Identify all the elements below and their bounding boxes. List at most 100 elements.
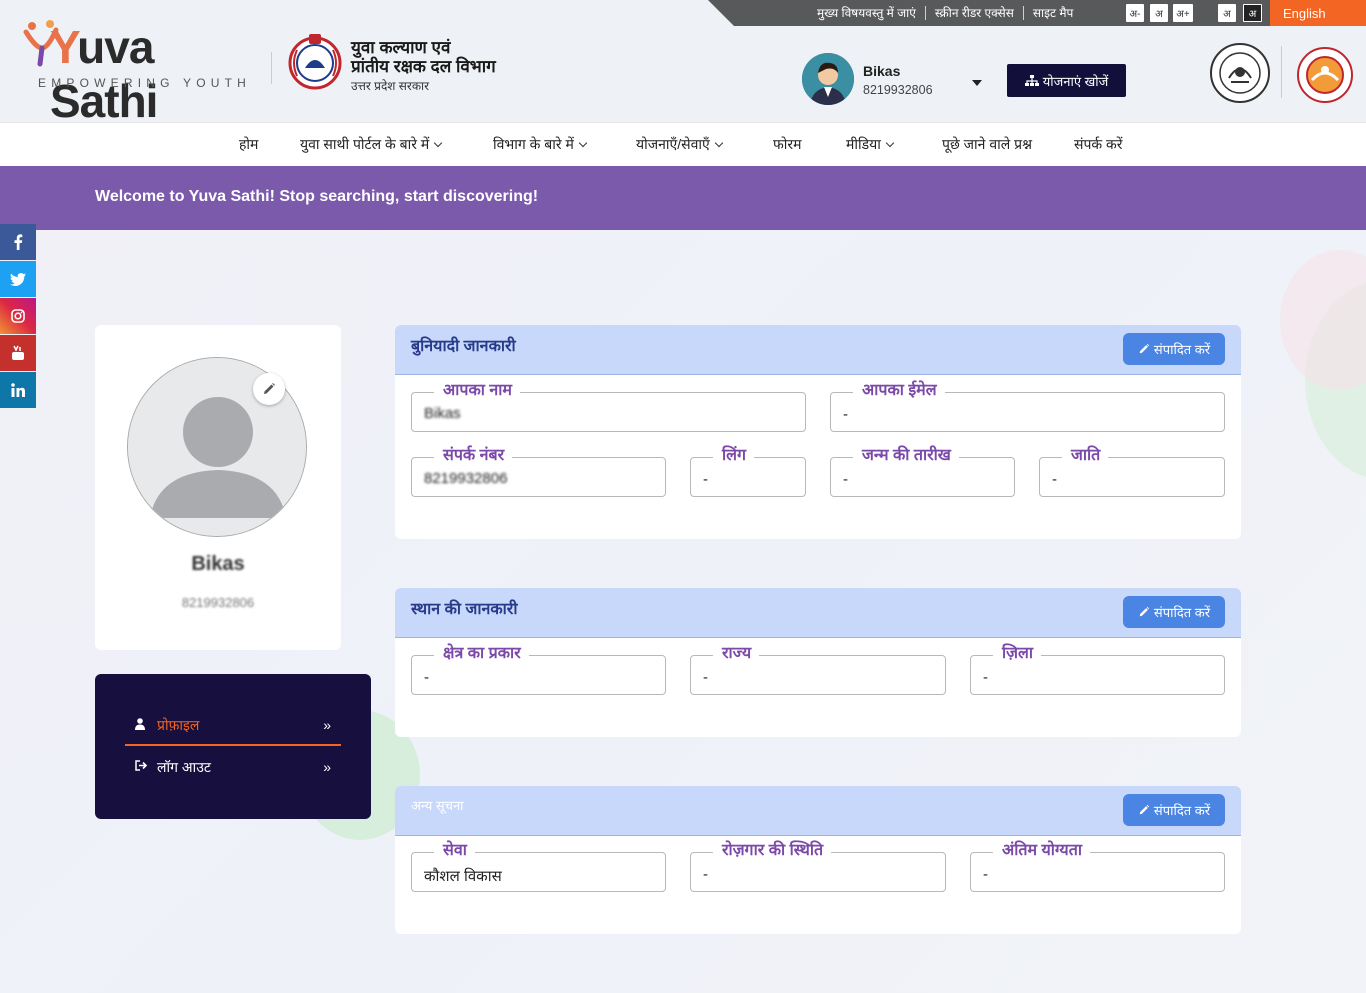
profile-phone: 8219932806 <box>181 595 255 610</box>
instagram-icon[interactable] <box>0 298 36 334</box>
user-avatar-icon <box>802 53 854 105</box>
area-type-label: क्षेत्र का प्रकार <box>434 644 529 664</box>
logo-text: Yuva Sathi <box>50 21 158 127</box>
contrast-dark-button[interactable]: अ <box>1243 4 1262 22</box>
twitter-icon[interactable] <box>0 261 36 297</box>
double-chevron-right-icon: » <box>323 717 331 733</box>
email-field[interactable]: आपका ईमेल - <box>830 381 1225 432</box>
nav-media[interactable]: मीडिया <box>846 135 895 154</box>
utility-links: मुख्य विषयवस्तु में जाएं स्क्रीन रीडर एक… <box>808 0 1082 26</box>
pencil-icon <box>1139 343 1150 354</box>
email-value: - <box>843 406 848 423</box>
menu-logout-label: लॉग आउट <box>157 758 211 775</box>
nav-faq[interactable]: पूछे जाने वाले प्रश्न <box>942 135 1032 154</box>
caste-field[interactable]: जाति - <box>1039 446 1225 497</box>
caste-value: - <box>1052 471 1057 488</box>
profile-name: Bikas <box>191 553 245 575</box>
employment-status-value: - <box>703 866 708 883</box>
basic-info-panel: बुनियादी जानकारी संपादित करें आपका नाम B… <box>395 325 1241 539</box>
seal-divider <box>1281 46 1282 98</box>
font-normal-button[interactable]: अ <box>1150 4 1168 22</box>
screen-reader-link[interactable]: स्क्रीन रीडर एक्सेस <box>926 6 1024 20</box>
menu-item-profile[interactable]: प्रोफ़ाइल » <box>125 706 341 746</box>
pencil-icon <box>1139 606 1150 617</box>
dob-value: - <box>843 471 848 488</box>
edit-label: संपादित करें <box>1153 342 1211 357</box>
employment-status-field[interactable]: रोज़गार की स्थिति - <box>690 841 946 892</box>
language-toggle[interactable]: English <box>1270 0 1366 26</box>
edit-location-button[interactable]: संपादित करें <box>1123 596 1225 628</box>
font-decrease-button[interactable]: अ- <box>1126 4 1144 22</box>
skip-to-content-link[interactable]: मुख्य विषयवस्तु में जाएं <box>808 6 926 20</box>
nav-contact[interactable]: संपर्क करें <box>1074 135 1123 154</box>
state-field[interactable]: राज्य - <box>690 644 946 695</box>
state-value: - <box>703 669 708 686</box>
service-value: कौशल विकास <box>424 868 502 885</box>
header-divider <box>271 52 272 84</box>
menu-item-logout[interactable]: लॉग आउट » <box>125 750 341 784</box>
edit-label: संपादित करें <box>1153 803 1211 818</box>
edit-basic-info-button[interactable]: संपादित करें <box>1123 333 1225 365</box>
user-icon <box>135 717 155 733</box>
edit-label: संपादित करें <box>1153 605 1211 620</box>
dob-field[interactable]: जन्म की तारीख - <box>830 446 1015 497</box>
nav-about-portal[interactable]: युवा साथी पोर्टल के बारे में <box>300 135 443 154</box>
user-avatar[interactable] <box>802 53 854 105</box>
linkedin-icon[interactable] <box>0 372 36 408</box>
contact-number-field[interactable]: संपर्क नंबर 8219932806 <box>411 446 666 497</box>
menu-profile-label: प्रोफ़ाइल <box>157 716 200 733</box>
double-chevron-right-icon: » <box>323 759 331 775</box>
basic-info-title: बुनियादी जानकारी <box>411 338 516 355</box>
area-type-value: - <box>424 669 429 686</box>
nav-forum[interactable]: फोरम <box>773 135 802 154</box>
panel-header: स्थान की जानकारी संपादित करें <box>395 588 1241 638</box>
dept-line-1: युवा कल्याण एवं <box>351 38 451 57</box>
facebook-icon[interactable] <box>0 224 36 260</box>
user-menu-caret-icon[interactable] <box>972 80 982 86</box>
gender-field[interactable]: लिंग - <box>690 446 806 497</box>
service-field[interactable]: सेवा कौशल विकास <box>411 841 666 892</box>
other-info-panel: अन्य सूचना संपादित करें सेवा कौशल विकास … <box>395 786 1241 934</box>
edit-photo-button[interactable] <box>253 373 285 405</box>
search-schemes-label: योजनाएं खोजें <box>1042 73 1109 89</box>
area-type-field[interactable]: क्षेत्र का प्रकार - <box>411 644 666 695</box>
user-name[interactable]: Bikas <box>863 63 900 79</box>
district-value: - <box>983 669 988 686</box>
sitemap-link[interactable]: साइट मैप <box>1024 6 1083 20</box>
final-qualification-field[interactable]: अंतिम योग्यता - <box>970 841 1225 892</box>
decor-blob <box>1280 250 1366 390</box>
search-schemes-button[interactable]: योजनाएं खोजें <box>1007 64 1126 97</box>
up-government-seal-icon[interactable] <box>1209 42 1271 104</box>
chevron-down-icon <box>578 138 588 148</box>
nav-home[interactable]: होम <box>239 135 258 154</box>
name-field[interactable]: आपका नाम Bikas <box>411 381 806 432</box>
nav-schemes[interactable]: योजनाएँ/सेवाएँ <box>636 135 724 154</box>
service-label: सेवा <box>434 841 475 861</box>
final-qualification-value: - <box>983 866 988 883</box>
pencil-icon <box>1139 804 1150 815</box>
logo-tagline: EMPOWERING YOUTH <box>38 76 251 90</box>
welcome-banner: Welcome to Yuva Sathi! Stop searching, s… <box>0 166 1366 230</box>
dept-line-3: उत्तर प्रदेश सरकार <box>351 79 430 93</box>
department-name: युवा कल्याण एवं प्रांतीय रक्षक दल विभाग … <box>351 38 496 94</box>
main-nav: होम युवा साथी पोर्टल के बारे में विभाग क… <box>0 122 1366 166</box>
nav-about-department[interactable]: विभाग के बारे में <box>493 135 588 154</box>
up-police-emblem-icon[interactable] <box>287 32 343 90</box>
district-label: ज़िला <box>993 644 1042 664</box>
dob-label: जन्म की तारीख <box>853 446 959 466</box>
edit-other-info-button[interactable]: संपादित करें <box>1123 794 1225 826</box>
contact-value: 8219932806 <box>424 470 508 487</box>
employment-status-label: रोज़गार की स्थिति <box>713 841 832 861</box>
user-phone: 8219932806 <box>863 83 933 97</box>
youtube-icon[interactable] <box>0 335 36 371</box>
yuva-sathi-logo[interactable]: Yuva Sathi EMPOWERING YOUTH <box>23 20 256 127</box>
chevron-down-icon <box>885 138 895 148</box>
contrast-light-button[interactable]: अ <box>1218 4 1236 22</box>
gender-label: लिंग <box>713 446 755 466</box>
chevron-down-icon <box>434 138 443 148</box>
location-info-panel: स्थान की जानकारी संपादित करें क्षेत्र का… <box>395 588 1241 737</box>
mission-seal-icon[interactable] <box>1296 42 1354 104</box>
district-field[interactable]: ज़िला - <box>970 644 1225 695</box>
name-value: Bikas <box>424 405 461 422</box>
font-increase-button[interactable]: अ+ <box>1173 4 1193 22</box>
